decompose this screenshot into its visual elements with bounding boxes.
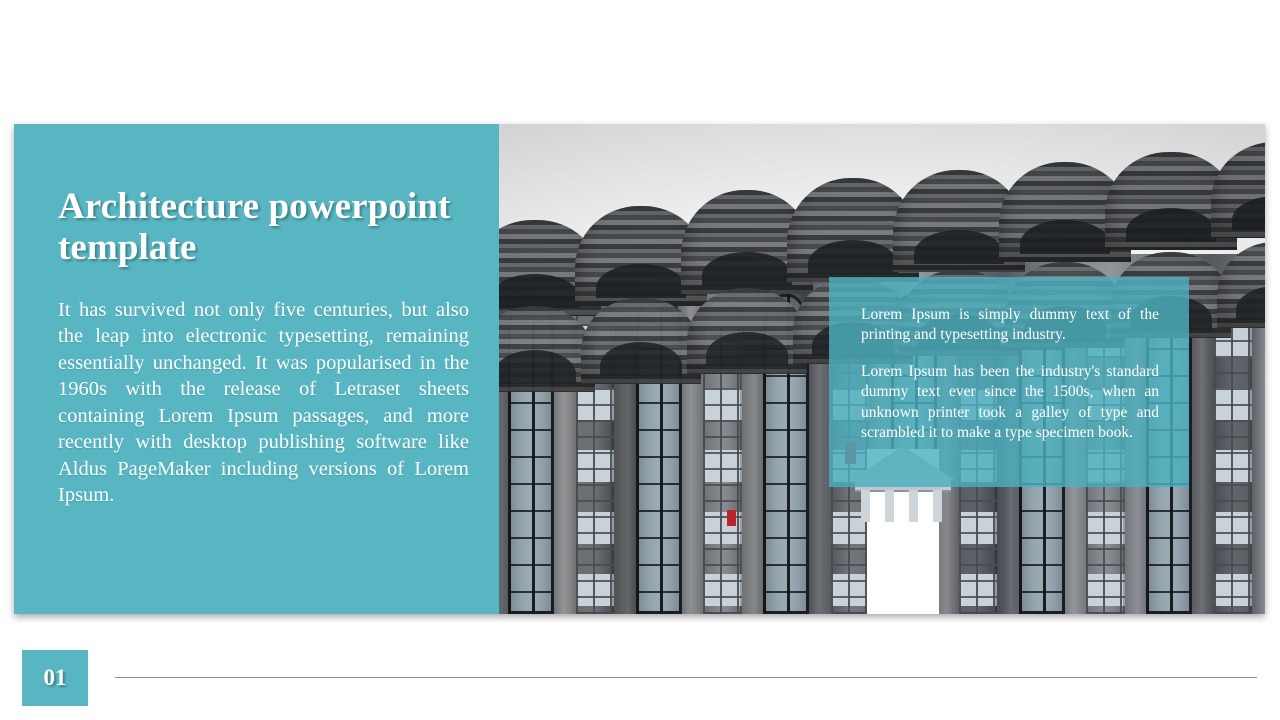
overlay-paragraph-1: Lorem Ipsum is simply dummy text of the …: [861, 306, 1159, 344]
red-accent: [727, 510, 736, 526]
text-panel: Architecture powerpoint template It has …: [14, 124, 499, 614]
overlay-paragraph-2: Lorem Ipsum has been the industry's stan…: [861, 363, 1159, 441]
overlay-text-box: Lorem Ipsum is simply dummy text of the …: [829, 277, 1189, 487]
page-number-badge: 01: [22, 650, 88, 706]
page-title: Architecture powerpoint template: [58, 186, 451, 269]
footer-divider: [115, 677, 1257, 678]
pediment-columns: [861, 490, 945, 522]
body-paragraph: It has survived not only five centuries,…: [58, 298, 469, 506]
footer: 01: [0, 645, 1280, 720]
content-card: Architecture powerpoint template It has …: [14, 124, 1265, 614]
slide: Architecture powerpoint template It has …: [0, 0, 1280, 720]
building-photo: Lorem Ipsum is simply dummy text of the …: [499, 124, 1265, 614]
page-number-label: 01: [43, 665, 67, 690]
